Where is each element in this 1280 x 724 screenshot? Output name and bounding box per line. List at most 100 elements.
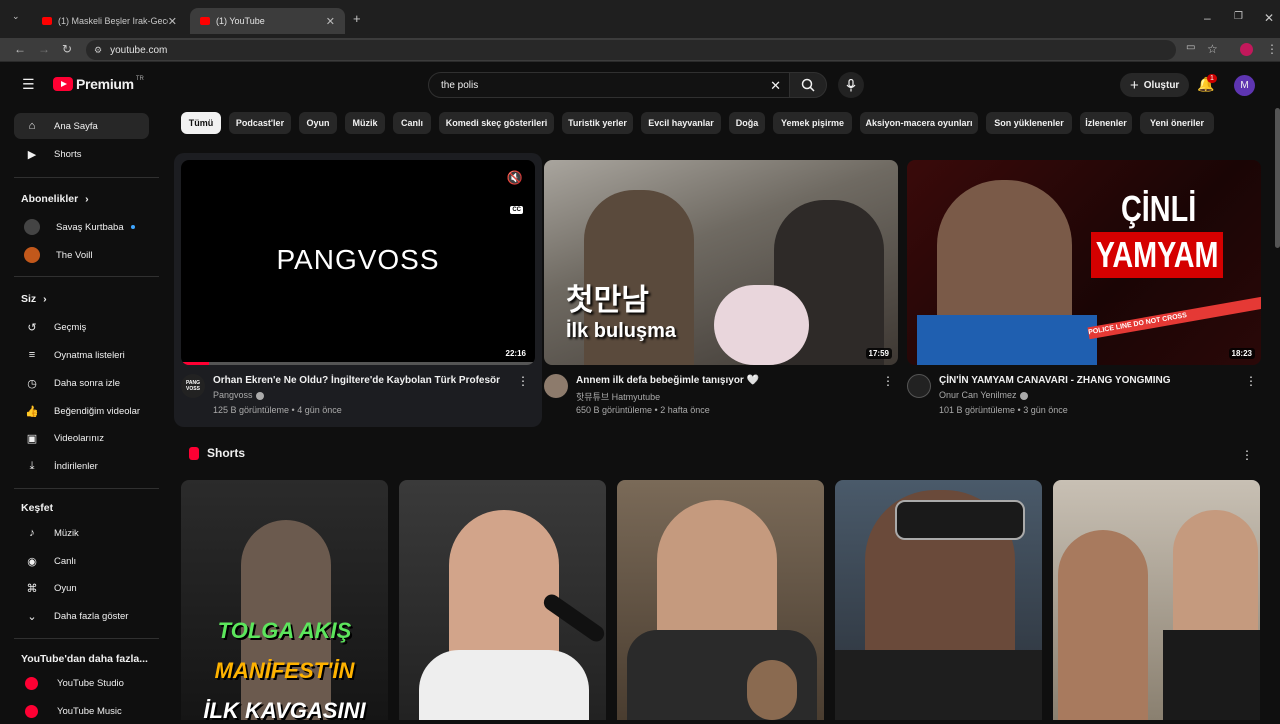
- chip-gaming[interactable]: Oyun: [299, 112, 337, 134]
- browser-tab-title: (1) Maskeli Beşler Irak-Gece N...: [58, 16, 168, 26]
- maximize-icon[interactable]: ❐: [1234, 11, 1243, 22]
- sidebar-item-youtube-music[interactable]: YouTube Music: [14, 698, 149, 724]
- bookmark-star-icon[interactable]: ☆: [1207, 42, 1218, 56]
- youtube-studio-icon: [25, 676, 38, 690]
- tab-search-icon[interactable]: ⌄: [12, 11, 20, 22]
- sidebar-item-live[interactable]: ◉ Canlı: [14, 548, 149, 574]
- clear-search-icon[interactable]: ✕: [770, 78, 781, 94]
- close-tab-icon[interactable]: ✕: [168, 15, 177, 28]
- sidebar-item-music[interactable]: ♪ Müzik: [14, 520, 149, 546]
- thumbnail-baby-shape: [714, 285, 809, 365]
- sidebar-item-playlists[interactable]: ≡ Oynatma listeleri: [14, 342, 149, 368]
- progress-bar-track[interactable]: [181, 362, 535, 365]
- chip-podcasts[interactable]: Podcast'ler: [229, 112, 291, 134]
- video-thumbnail[interactable]: PANGVOSS 🔇 CC 22:16: [181, 160, 535, 365]
- shorts-logo-icon: [189, 446, 199, 460]
- browser-tab-1[interactable]: (1) Maskeli Beşler Irak-Gece N... ✕: [32, 8, 187, 34]
- back-icon[interactable]: ←: [14, 42, 26, 56]
- short-card[interactable]: [617, 480, 824, 720]
- sidebar-item-savas-kurtbaba[interactable]: Savaş Kurtbaba: [14, 214, 149, 240]
- more-actions-icon[interactable]: ⋮: [882, 374, 894, 388]
- url-field[interactable]: ⚙ youtube.com: [86, 40, 1176, 60]
- forward-icon[interactable]: →: [38, 42, 50, 56]
- sidebar-item-downloads[interactable]: ⤓ İndirilenler: [14, 453, 149, 479]
- close-window-icon[interactable]: ✕: [1264, 11, 1274, 25]
- close-tab-icon[interactable]: ✕: [326, 15, 335, 28]
- sidebar-item-label: Oyun: [54, 582, 77, 594]
- sidebar-divider: [14, 276, 159, 277]
- subscriptions-heading[interactable]: Abonelikler ›: [21, 193, 89, 205]
- you-heading-text: Siz: [21, 293, 37, 305]
- new-tab-icon[interactable]: +: [353, 11, 361, 26]
- video-thumbnail[interactable]: ÇİNLİ YAMYAM POLICE LINE DO NOT CROSS 18…: [907, 160, 1261, 365]
- sidebar-item-youtube-studio[interactable]: YouTube Studio: [14, 670, 149, 696]
- download-icon: ⤓: [29, 459, 35, 472]
- browser-tab-2[interactable]: (1) YouTube ✕: [190, 8, 345, 34]
- sidebar-item-shorts[interactable]: ▶ Shorts: [14, 141, 149, 167]
- short-card[interactable]: [1053, 480, 1260, 720]
- chip-comedy-sketches[interactable]: Komedi skeç gösterileri: [439, 112, 554, 134]
- page-scrollbar[interactable]: [1275, 108, 1280, 248]
- sidebar-item-gaming[interactable]: ⌘ Oyun: [14, 575, 149, 601]
- hamburger-menu-icon[interactable]: ☰: [22, 76, 35, 93]
- chip-cooking[interactable]: Yemek pişirme: [773, 112, 852, 134]
- you-heading[interactable]: Siz ›: [21, 293, 47, 305]
- minimize-icon[interactable]: –: [1204, 11, 1211, 25]
- voice-search-button[interactable]: [838, 72, 864, 98]
- youtube-premium-logo[interactable]: Premium TR: [53, 76, 144, 92]
- short-person-shape: [1058, 530, 1148, 720]
- sidebar-item-show-more[interactable]: ⌄ Daha fazla göster: [14, 603, 149, 629]
- channel-name[interactable]: 핫뮤튜브 Hatmyutube: [576, 390, 660, 403]
- sidebar-item-watch-later[interactable]: ◷ Daha sonra izle: [14, 370, 149, 396]
- shorts-more-actions-icon[interactable]: ⋮: [1241, 448, 1253, 462]
- chip-all[interactable]: Tümü: [181, 112, 221, 134]
- channel-name[interactable]: Onur Can Yenilmez: [939, 390, 1028, 400]
- sidebar-item-your-videos[interactable]: ▣ Videolarınız: [14, 425, 149, 451]
- sidebar-item-label: Müzik: [54, 527, 79, 539]
- reload-icon[interactable]: ↻: [62, 42, 72, 56]
- sidebar-item-the-voill[interactable]: The Voill: [14, 242, 149, 268]
- search-input[interactable]: the polis ✕: [428, 72, 790, 98]
- closed-captions-icon[interactable]: CC: [510, 206, 523, 214]
- browser-menu-icon[interactable]: ⋮: [1266, 42, 1278, 56]
- mute-icon[interactable]: 🔇: [507, 170, 523, 186]
- sidebar-item-liked-videos[interactable]: 👍 Beğendiğim videolar: [14, 398, 149, 424]
- sidebar-item-home[interactable]: ⌂ Ana Sayfa: [14, 113, 149, 139]
- channel-avatar[interactable]: PANG VOSS: [181, 374, 205, 398]
- video-thumbnail[interactable]: 첫만남 İlk buluşma 17:59: [544, 160, 898, 365]
- chip-music[interactable]: Müzik: [345, 112, 385, 134]
- profile-icon[interactable]: [1240, 43, 1253, 56]
- channel-name[interactable]: Pangvoss: [213, 390, 264, 400]
- site-info-icon[interactable]: ⚙: [94, 45, 102, 56]
- video-meta: 101 B görüntüleme • 3 gün önce: [939, 405, 1068, 415]
- more-actions-icon[interactable]: ⋮: [1245, 374, 1257, 388]
- chip-tourist-places[interactable]: Turistik yerler: [562, 112, 633, 134]
- gaming-icon: ⌘: [26, 582, 38, 595]
- video-title[interactable]: Orhan Ekren'e Ne Oldu? İngiltere'de Kayb…: [213, 374, 513, 387]
- short-card[interactable]: TOLGA AKIŞ MANİFEST'İN İLK KAVGASINI: [181, 480, 388, 720]
- video-title[interactable]: ÇİN'İN YAMYAM CANAVARI - ZHANG YONGMING: [939, 374, 1239, 387]
- video-title[interactable]: Annem ilk defa bebeğimle tanışıyor 🤍: [576, 374, 876, 387]
- chip-new-to-you[interactable]: Yeni öneriler: [1140, 112, 1214, 134]
- youtube-favicon-icon: [200, 17, 210, 25]
- channel-avatar[interactable]: [544, 374, 568, 398]
- chip-live[interactable]: Canlı: [393, 112, 431, 134]
- short-shirt-shape: [1163, 630, 1260, 720]
- duration-badge: 17:59: [865, 348, 892, 359]
- cast-icon[interactable]: ▭: [1186, 42, 1195, 53]
- chip-recently-uploaded[interactable]: Son yüklenenler: [986, 112, 1072, 134]
- channel-avatar[interactable]: [907, 374, 931, 398]
- create-button[interactable]: + Oluştur: [1120, 73, 1190, 97]
- search-button[interactable]: [789, 72, 827, 98]
- short-card[interactable]: [399, 480, 606, 720]
- sidebar-item-history[interactable]: ↺ Geçmiş: [14, 314, 149, 340]
- more-actions-icon[interactable]: ⋮: [517, 374, 529, 388]
- chip-pets[interactable]: Evcil hayvanlar: [641, 112, 721, 134]
- chip-action-adventure-games[interactable]: Aksiyon-macera oyunları: [860, 112, 978, 134]
- short-card[interactable]: [835, 480, 1042, 720]
- account-avatar[interactable]: M: [1234, 75, 1255, 96]
- chip-watched[interactable]: İzlenenler: [1080, 112, 1132, 134]
- chip-nature[interactable]: Doğa: [729, 112, 765, 134]
- shorts-heading-text: Shorts: [207, 446, 246, 460]
- video-meta: 125 B görüntüleme • 4 gün önce: [213, 405, 342, 415]
